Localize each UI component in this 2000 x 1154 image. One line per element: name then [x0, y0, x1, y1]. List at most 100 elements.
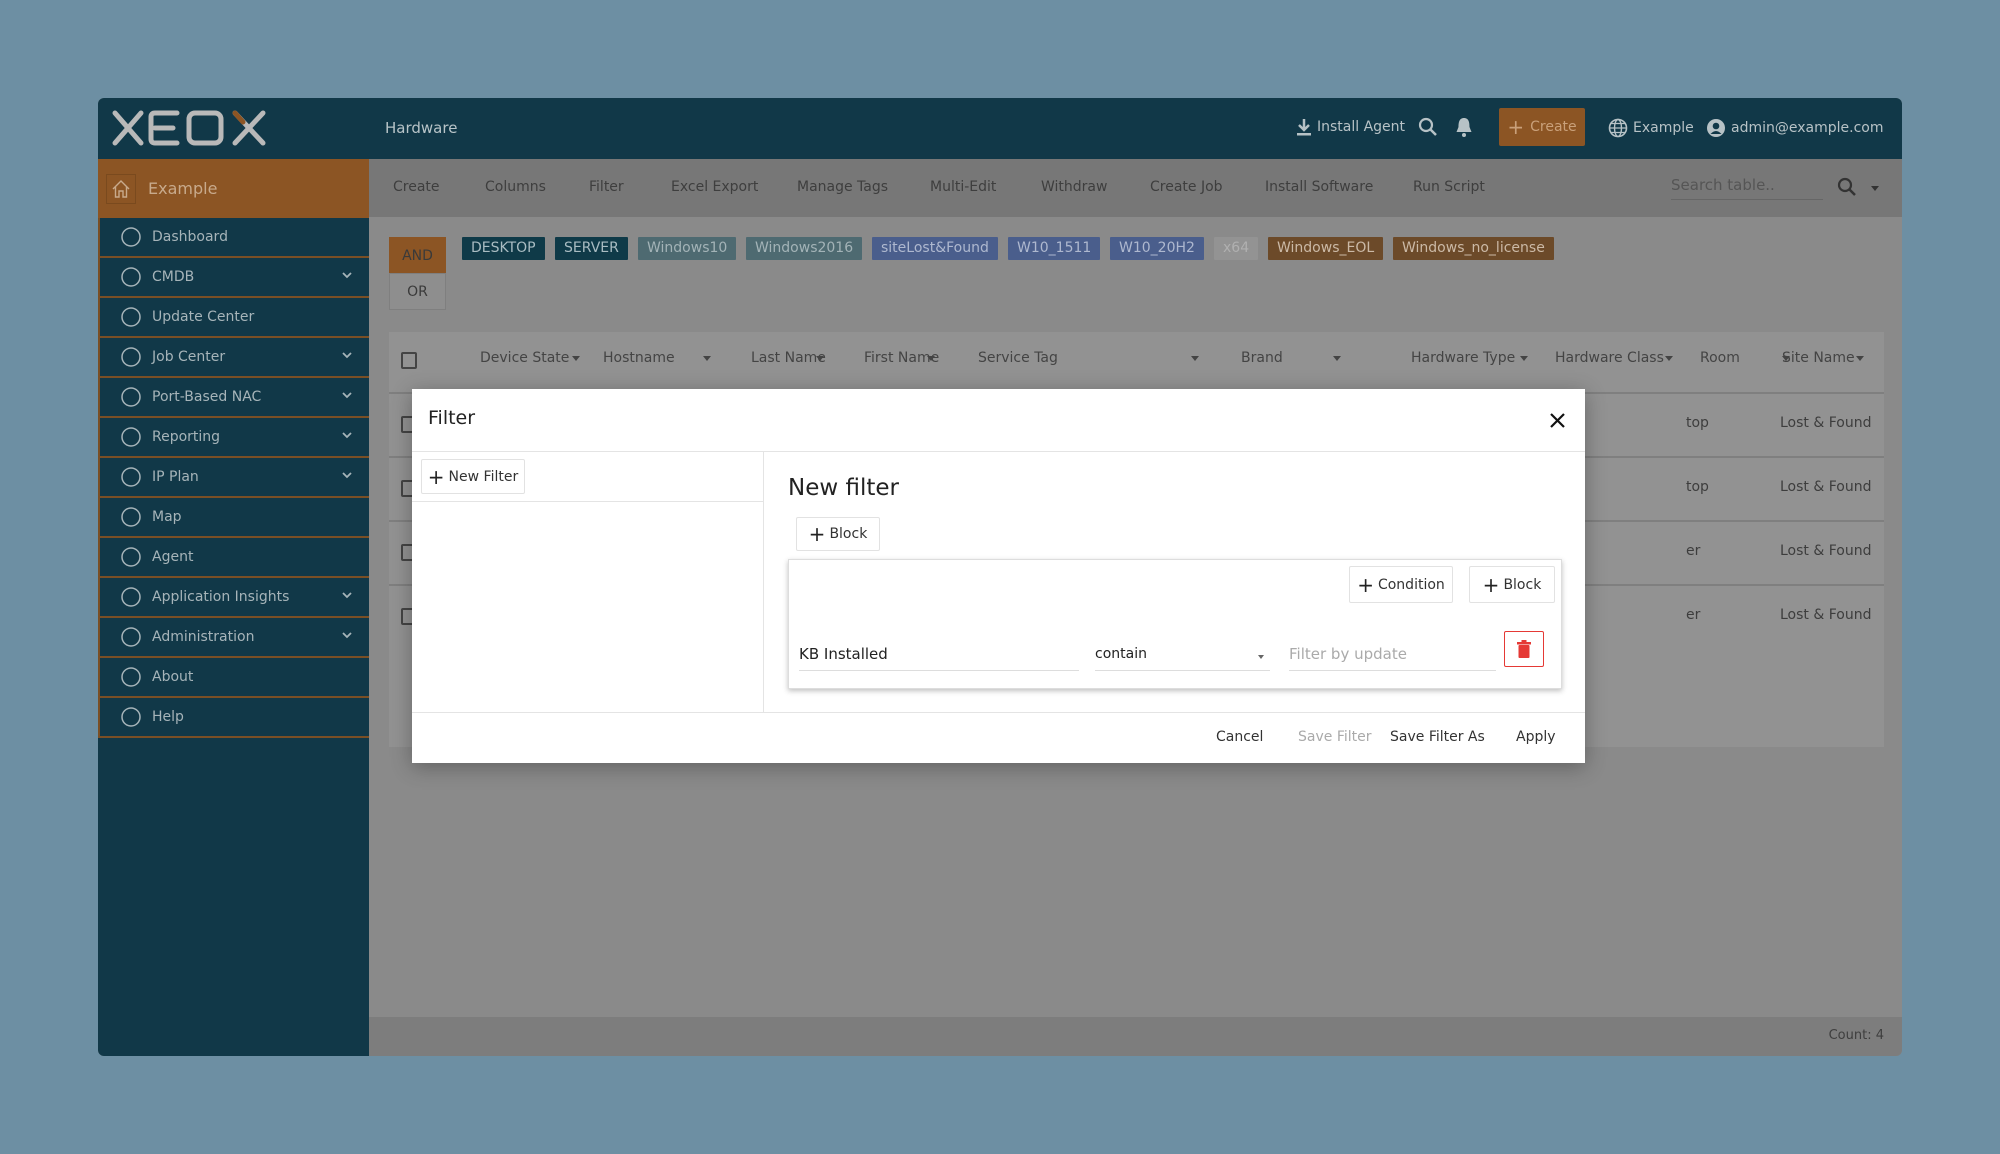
sidebar-item-map[interactable]: Map: [98, 498, 369, 538]
column-header-room[interactable]: Room: [1700, 350, 1740, 366]
tag-chip[interactable]: Windows10: [638, 237, 737, 260]
tag-chip[interactable]: DESKTOP: [462, 237, 545, 260]
network-switch-icon: [120, 386, 142, 408]
bell-icon[interactable]: [1455, 116, 1473, 138]
sidebar-item-administration[interactable]: Administration: [98, 618, 369, 658]
sidebar-item-ip-plan[interactable]: IP Plan: [98, 458, 369, 498]
sort-caret-icon[interactable]: [572, 356, 580, 361]
sort-caret-icon[interactable]: [816, 356, 824, 361]
new-filter-button[interactable]: + New Filter: [421, 459, 525, 494]
sidebar-item-job-center[interactable]: Job Center: [98, 338, 369, 378]
sort-caret-icon[interactable]: [1191, 356, 1199, 361]
condition-field-input[interactable]: KB Installed: [799, 639, 1079, 671]
admin-user-icon: [120, 626, 142, 648]
clock-refresh-icon: [120, 306, 142, 328]
sidebar-item-port-based-nac[interactable]: Port-Based NAC: [98, 378, 369, 418]
or-button[interactable]: OR: [389, 273, 446, 310]
condition-value-input[interactable]: Filter by update: [1289, 639, 1496, 671]
toolbar-filter-button[interactable]: Filter: [589, 179, 624, 195]
tag-chip[interactable]: siteLost&Found: [872, 237, 998, 260]
create-button[interactable]: + Create: [1499, 108, 1585, 146]
dialog-title: Filter: [428, 407, 476, 429]
sort-caret-icon[interactable]: [1665, 356, 1673, 361]
sidebar-item-update-center[interactable]: Update Center: [98, 298, 369, 338]
tenant-selector[interactable]: Example: [1608, 118, 1694, 138]
column-header-hardware-type[interactable]: Hardware Type: [1411, 350, 1515, 366]
user-menu[interactable]: admin@example.com: [1706, 118, 1883, 138]
delete-condition-button[interactable]: [1504, 631, 1544, 667]
column-header-device-state[interactable]: Device State: [480, 350, 569, 366]
chevron-down-icon: [341, 269, 353, 285]
condition-operator-select[interactable]: contain: [1095, 639, 1270, 671]
column-header-service-tag[interactable]: Service Tag: [978, 350, 1058, 366]
sort-caret-icon[interactable]: [1520, 356, 1528, 361]
toolbar-install-software-button[interactable]: Install Software: [1265, 179, 1373, 195]
sidebar-item-cmdb[interactable]: CMDB: [98, 258, 369, 298]
save-filter-as-button[interactable]: Save Filter As: [1390, 729, 1485, 745]
select-all-checkbox[interactable]: [401, 352, 417, 369]
chevron-down-icon[interactable]: [1871, 186, 1879, 191]
column-header-site-name[interactable]: Site Name: [1782, 350, 1855, 366]
add-condition-label: Condition: [1377, 576, 1445, 593]
sidebar-item-dashboard[interactable]: Dashboard: [98, 218, 369, 258]
sidebar-item-about[interactable]: About: [98, 658, 369, 698]
close-icon[interactable]: [1549, 412, 1566, 429]
sort-caret-icon[interactable]: [927, 356, 935, 361]
tag-chip[interactable]: W10_1511: [1008, 237, 1101, 260]
sort-caret-icon[interactable]: [1856, 356, 1864, 361]
ip-plan-icon: [120, 466, 142, 488]
sidebar-item-help[interactable]: Help: [98, 698, 369, 738]
tag-chip[interactable]: Windows_no_license: [1393, 237, 1554, 260]
toolbar-create-button[interactable]: Create: [393, 179, 440, 195]
chevron-down-icon: [341, 349, 353, 365]
toolbar-columns-button[interactable]: Columns: [485, 179, 546, 195]
column-header-last-name[interactable]: Last Name: [751, 350, 826, 366]
add-block-button[interactable]: + Block: [796, 517, 880, 551]
tag-chip[interactable]: x64: [1214, 237, 1259, 260]
toolbar-withdraw-button[interactable]: Withdraw: [1041, 179, 1107, 195]
cancel-button[interactable]: Cancel: [1216, 729, 1263, 745]
sidebar-item-agent[interactable]: Agent: [98, 538, 369, 578]
sidebar-home[interactable]: Example: [98, 159, 369, 218]
toolbar-create-job-button[interactable]: Create Job: [1150, 179, 1223, 195]
sidebar-item-label: Help: [152, 709, 184, 725]
toolbar-multi-edit-button[interactable]: Multi-Edit: [930, 179, 996, 195]
save-filter-button[interactable]: Save Filter: [1298, 729, 1372, 745]
toolbar-excel-export-button[interactable]: Excel Export: [671, 179, 758, 195]
sort-caret-icon[interactable]: [1333, 356, 1341, 361]
monitor-icon: [120, 266, 142, 288]
plus-icon: +: [427, 464, 445, 489]
column-header-hostname[interactable]: Hostname: [603, 350, 675, 366]
document-icon: [120, 586, 142, 608]
toolbar-run-script-button[interactable]: Run Script: [1413, 179, 1485, 195]
sort-caret-icon[interactable]: [703, 356, 711, 361]
column-header-hardware-class[interactable]: Hardware Class: [1555, 350, 1664, 366]
install-agent-link[interactable]: Install Agent: [1296, 118, 1405, 136]
tag-chip[interactable]: Windows2016: [746, 237, 863, 260]
tag-chip[interactable]: SERVER: [555, 237, 628, 260]
plus-icon: +: [1482, 572, 1500, 597]
sidebar-item-reporting[interactable]: Reporting: [98, 418, 369, 458]
tag-chip[interactable]: Windows_EOL: [1268, 237, 1384, 260]
user-circle-icon: [1707, 119, 1725, 137]
toolbar-manage-tags-button[interactable]: Manage Tags: [797, 179, 888, 195]
table-footer: Count: 4: [369, 1017, 1902, 1056]
cell-hardware-type: er: [1686, 607, 1701, 623]
sidebar-item-application-insights[interactable]: Application Insights: [98, 578, 369, 618]
search-icon[interactable]: [1837, 177, 1857, 197]
tag-chip[interactable]: W10_20H2: [1110, 237, 1204, 260]
add-nested-block-button[interactable]: + Block: [1469, 566, 1555, 603]
sidebar-item-label: Application Insights: [152, 589, 290, 605]
info-icon: [120, 666, 142, 688]
add-nested-block-label: Block: [1503, 576, 1542, 593]
search-table-input[interactable]: Search table..: [1671, 172, 1823, 200]
add-condition-button[interactable]: + Condition: [1349, 566, 1453, 603]
search-icon[interactable]: [1418, 117, 1438, 137]
cell-site-name: Lost & Found: [1780, 607, 1872, 623]
and-button[interactable]: AND: [389, 237, 446, 274]
apply-button[interactable]: Apply: [1516, 729, 1556, 745]
cell-site-name: Lost & Found: [1780, 415, 1872, 431]
tenant-label: Example: [1633, 120, 1694, 136]
column-header-brand[interactable]: Brand: [1241, 350, 1283, 366]
add-block-label: Block: [829, 526, 868, 542]
